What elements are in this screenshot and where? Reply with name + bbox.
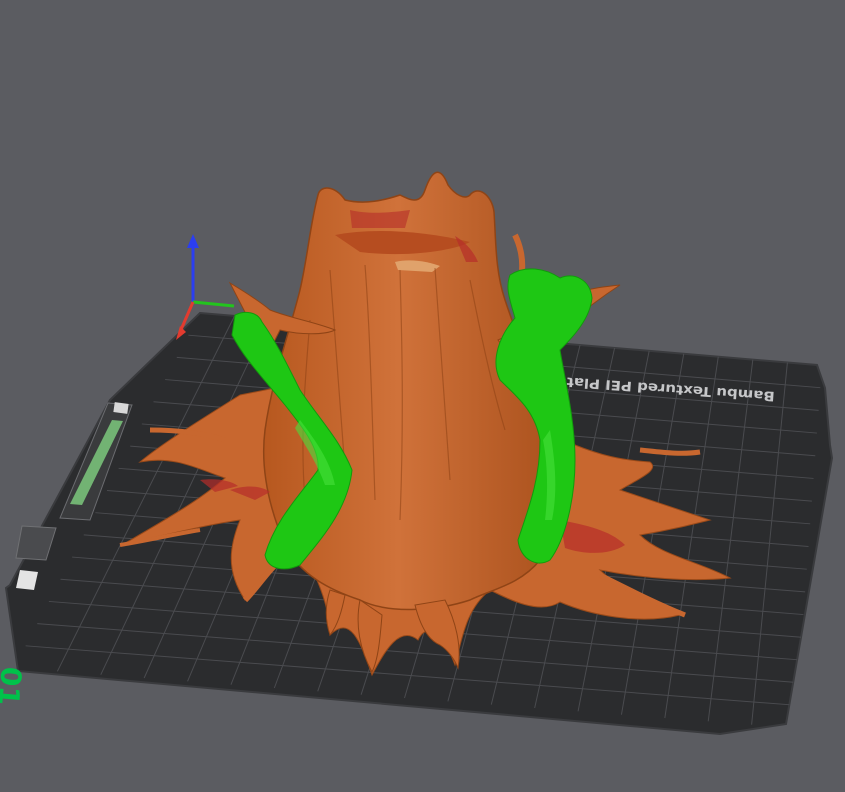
y-axis [192, 300, 235, 308]
build-scene[interactable]: Bambu Textured PEI Plate 01 [0, 0, 845, 792]
plate-number: 01 [0, 665, 28, 707]
z-axis-arrow-icon [187, 234, 199, 248]
branch-tip [512, 233, 526, 271]
3d-viewport[interactable]: Bambu Textured PEI Plate 01 [0, 0, 845, 792]
